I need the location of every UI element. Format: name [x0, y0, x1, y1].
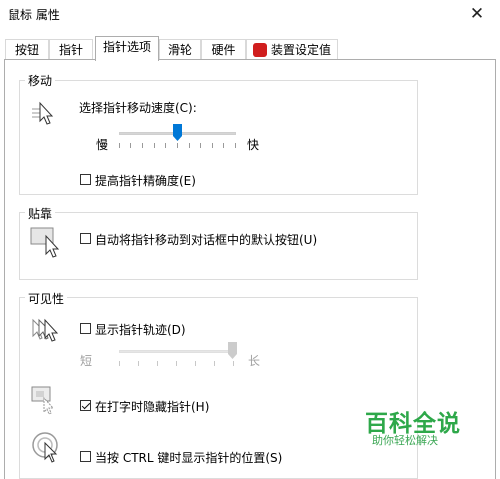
speed-slider-ticks [119, 143, 236, 149]
tab-strip: 按钮 指针 指针选项 滑轮 硬件 装置设定值 [0, 36, 500, 61]
slow-label: 慢 [96, 138, 109, 152]
tab-pointer-options[interactable]: 指针选项 [95, 36, 159, 61]
tab-device-settings-label: 装置设定值 [270, 43, 331, 57]
hide-while-typing-label[interactable]: 在打字时隐藏指针(H) [95, 398, 209, 415]
snap-group-title: 贴靠 [25, 205, 56, 222]
trails-label[interactable]: 显示指针轨迹(D) [95, 321, 186, 338]
precision-label[interactable]: 提高指针精确度(E) [95, 172, 196, 189]
precision-checkbox[interactable] [80, 174, 91, 185]
settings-app-icon [252, 42, 267, 57]
snap-to-default-icon [30, 227, 60, 258]
speed-slider-thumb[interactable] [173, 124, 182, 141]
snap-label[interactable]: 自动将指针移动到对话框中的默认按钮(U) [95, 231, 317, 248]
pointer-speed-icon [32, 101, 54, 125]
motion-group [19, 80, 418, 195]
trails-slider-thumb[interactable] [228, 342, 237, 359]
ctrl-location-label[interactable]: 当按 CTRL 键时显示指针的位置(S) [95, 449, 282, 466]
hide-while-typing-icon [31, 386, 55, 415]
visibility-group-title: 可见性 [25, 290, 68, 307]
trails-slider-track[interactable] [119, 350, 235, 353]
trails-short-label: 短 [80, 354, 93, 368]
title-bar: 鼠标 属性 ✕ [0, 0, 500, 30]
fast-label: 快 [247, 138, 260, 152]
tab-hardware[interactable]: 硬件 [201, 39, 246, 59]
motion-group-title: 移动 [25, 72, 56, 89]
tab-device-settings[interactable]: 装置设定值 [246, 39, 338, 59]
pointer-trails-icon [32, 318, 59, 342]
tab-buttons[interactable]: 按钮 [5, 39, 49, 59]
hide-while-typing-checkbox[interactable] [80, 400, 91, 411]
close-button[interactable]: ✕ [462, 3, 492, 25]
trails-checkbox[interactable] [80, 323, 91, 334]
watermark-subtitle: 助你轻松解决 [372, 434, 438, 447]
tab-wheel[interactable]: 滑轮 [159, 39, 201, 59]
window-title: 鼠标 属性 [8, 8, 60, 22]
speed-label: 选择指针移动速度(C): [79, 101, 197, 115]
trails-long-label: 长 [248, 354, 261, 368]
trails-slider-ticks [119, 361, 235, 367]
tab-pointers[interactable]: 指针 [49, 39, 93, 59]
show-location-icon [32, 432, 58, 463]
ctrl-location-checkbox[interactable] [80, 451, 91, 462]
snap-checkbox[interactable] [80, 233, 91, 244]
